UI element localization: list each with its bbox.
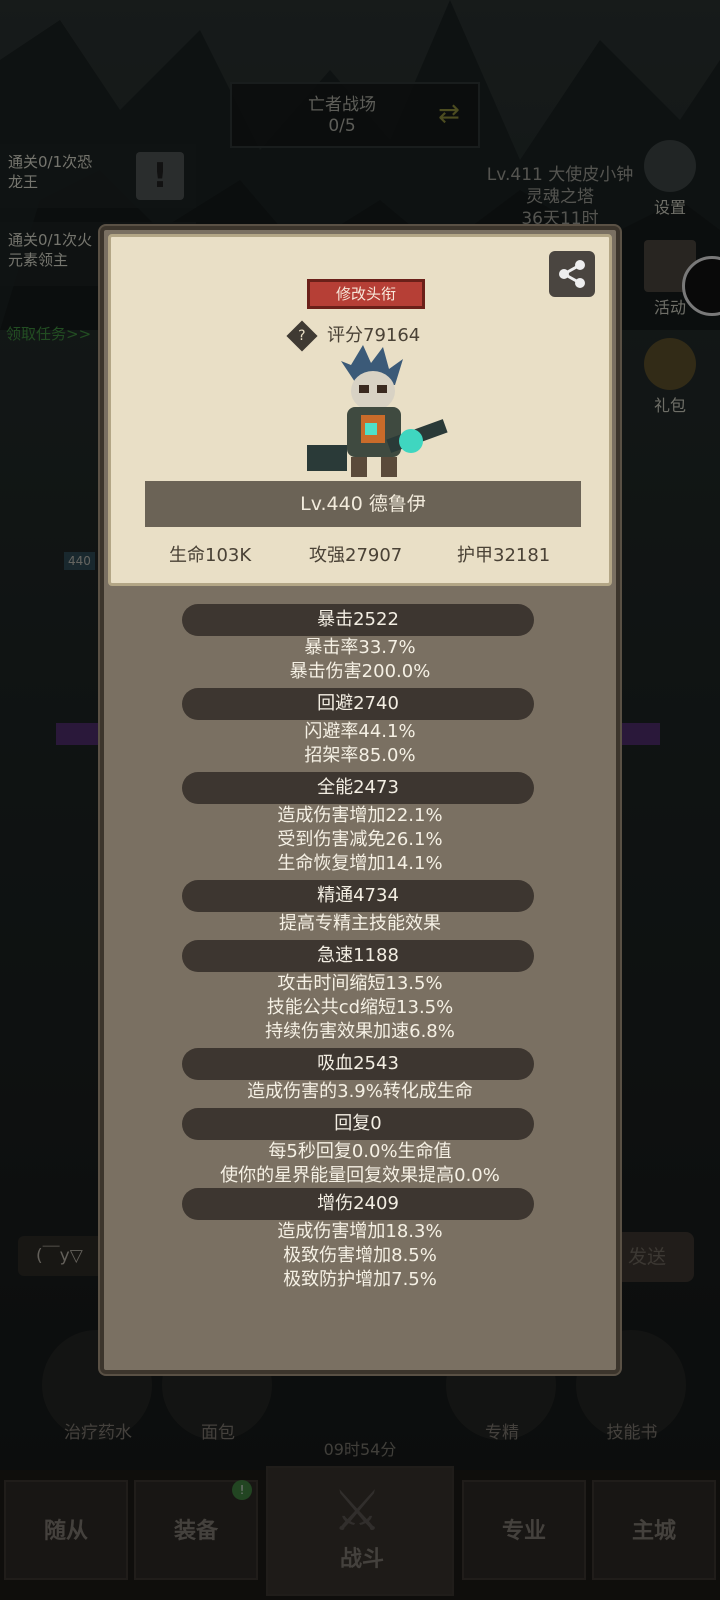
share-button[interactable] [549, 251, 595, 297]
stat-line: 每5秒回复0.0%生命值 [268, 1141, 452, 1162]
character-stats-dialog: 修改头衔 ? 评分79164 Lv.440 德鲁伊 生命103K 攻强27907… [100, 226, 620, 1374]
section-header: 全能2473 [182, 772, 534, 804]
stat-line: 生命恢复增加14.1% [277, 853, 443, 874]
stat-line: 造成伤害的3.9%转化成生命 [247, 1081, 473, 1102]
stat-line: 极致伤害增加8.5% [283, 1245, 437, 1266]
stat-line: 技能公共cd缩短13.5% [266, 997, 454, 1018]
character-name-bar: Lv.440 德鲁伊 [145, 481, 581, 527]
stat-line: 使你的星界能量回复效果提高0.0% [220, 1165, 500, 1186]
stat-line: 攻击时间缩短13.5% [277, 973, 443, 994]
score-row: ? 评分79164 [286, 320, 421, 352]
stat-line: 持续伤害效果加速6.8% [265, 1021, 455, 1042]
stat-hp: 生命103K [169, 545, 252, 566]
section-header: 暴击2522 [182, 604, 534, 636]
score-value: 评分79164 [327, 325, 421, 346]
stat-line: 闪避率44.1% [304, 721, 416, 742]
section-header: 回复0 [182, 1108, 534, 1140]
edit-title-button[interactable]: 修改头衔 [307, 279, 425, 309]
section-header: 吸血2543 [182, 1048, 534, 1080]
stat-line: 提高专精主技能效果 [279, 913, 441, 934]
section-header: 急速1188 [182, 940, 534, 972]
section-header: 精通4734 [182, 880, 534, 912]
druid-character-sprite [307, 345, 448, 477]
share-icon [559, 260, 585, 288]
stat-armor: 护甲32181 [457, 545, 551, 566]
character-name: Lv.440 德鲁伊 [300, 493, 426, 515]
stat-line: 受到伤害减免26.1% [277, 829, 443, 850]
stat-line: 造成伤害增加18.3% [277, 1221, 443, 1242]
stat-line: 暴击伤害200.0% [289, 661, 431, 682]
stat-line: 暴击率33.7% [304, 637, 416, 658]
section-header: 回避2740 [182, 688, 534, 720]
edit-title-label: 修改头衔 [335, 285, 396, 303]
character-card: 修改头衔 ? 评分79164 Lv.440 德鲁伊 生命103K 攻强27907… [108, 234, 612, 586]
stat-line: 招架率85.0% [304, 745, 416, 766]
section-header: 增伤2409 [182, 1188, 534, 1220]
stat-line: 造成伤害增加22.1% [277, 805, 443, 826]
stat-attack: 攻强27907 [309, 545, 403, 566]
stat-line: 极致防护增加7.5% [283, 1269, 437, 1290]
